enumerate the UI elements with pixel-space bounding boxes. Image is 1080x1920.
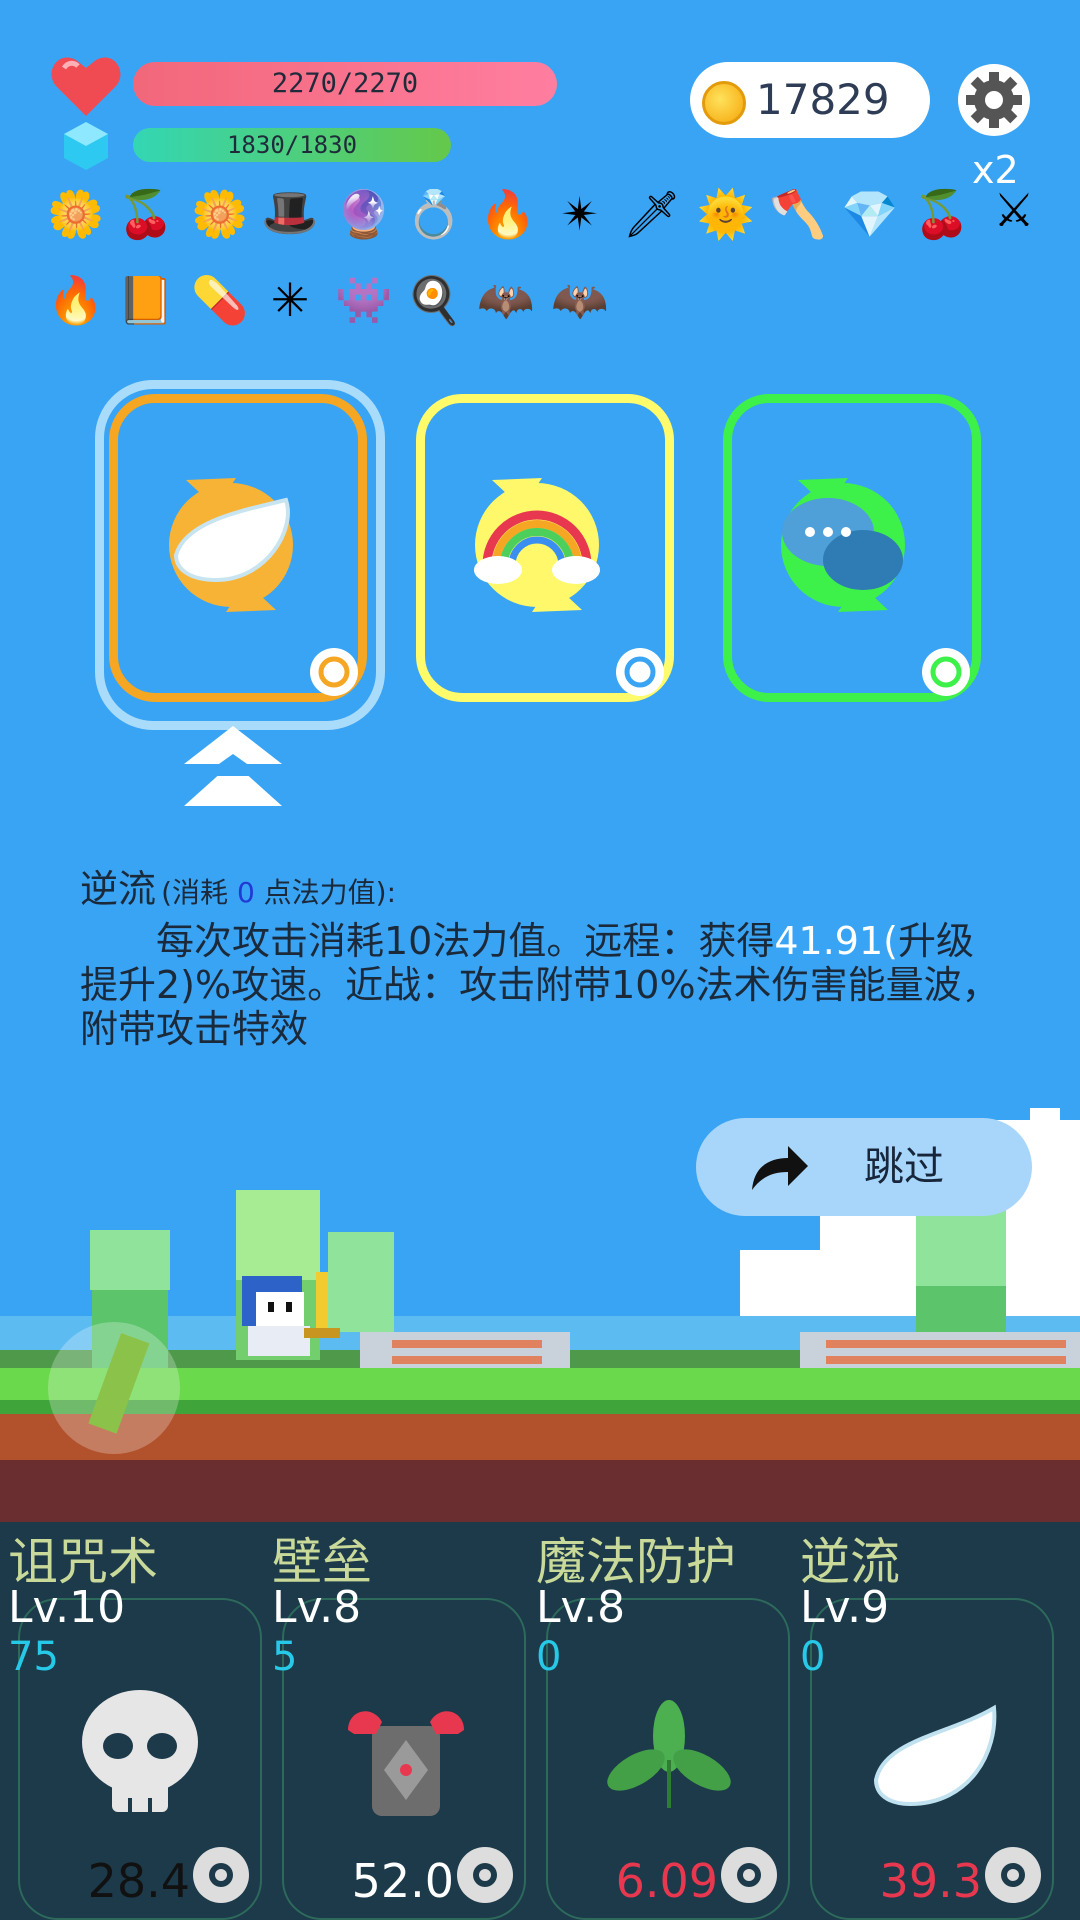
desc-highlight: 41.91( bbox=[774, 919, 898, 963]
skill-value: 6.09 bbox=[615, 1854, 718, 1908]
bat-icon[interactable]: 🦇 bbox=[477, 272, 534, 328]
wizard-hat-icon[interactable]: 🎩 bbox=[261, 184, 318, 240]
skill-count: 0 bbox=[536, 1634, 562, 1680]
bat-icon[interactable]: 🦇 bbox=[551, 272, 608, 328]
pill-icon[interactable]: 💊 bbox=[191, 272, 248, 328]
goblin-icon[interactable]: 👾 bbox=[335, 272, 392, 328]
cost-value: 0 bbox=[236, 876, 255, 909]
coin-counter: 17829 bbox=[690, 62, 930, 138]
skill-slot-backflow[interactable]: 逆流 Lv.9 0 39.3 bbox=[792, 1522, 1056, 1920]
cherry-icon[interactable]: 🍒 bbox=[913, 186, 970, 242]
coin-icon bbox=[702, 81, 746, 125]
skill-count: 5 bbox=[272, 1634, 298, 1680]
heart-icon bbox=[51, 57, 121, 116]
wing-icon bbox=[873, 1704, 997, 1807]
torch-icon[interactable]: 🔥 bbox=[479, 186, 536, 242]
spellbook-icon[interactable]: 📙 bbox=[117, 272, 174, 328]
armor-icon bbox=[348, 1711, 464, 1816]
skill-value: 28.4 bbox=[87, 1854, 190, 1908]
upgrade-gear-icon[interactable] bbox=[716, 1842, 782, 1908]
skill-value: 52.0 bbox=[351, 1854, 454, 1908]
settings-gear-icon[interactable] bbox=[958, 64, 1030, 136]
skull-icon bbox=[82, 1690, 198, 1816]
mp-bar: 1830/1830 bbox=[133, 128, 451, 162]
skip-button[interactable]: 跳过 bbox=[696, 1118, 1032, 1216]
skill-description: 逆流 (消耗 0 点法力值): 每次攻击消耗10法力值。远程：获得41.91(升… bbox=[80, 858, 1010, 1051]
reroll-icon[interactable] bbox=[916, 642, 976, 702]
sword-icon[interactable]: ⚔ bbox=[986, 182, 1042, 238]
spiked-ball-icon[interactable]: ✴ bbox=[552, 186, 608, 242]
skill-value: 39.3 bbox=[879, 1854, 982, 1908]
skill-level: Lv.8 bbox=[536, 1582, 626, 1633]
egg-icon[interactable]: 🍳 bbox=[405, 272, 462, 328]
upgrade-gear-icon[interactable] bbox=[188, 1842, 254, 1908]
cherry-icon[interactable]: 🍒 bbox=[117, 186, 174, 242]
torch-icon[interactable]: 🔥 bbox=[47, 272, 104, 328]
chat-card-icon bbox=[781, 478, 905, 612]
axe-icon[interactable]: 🪓 bbox=[769, 186, 826, 242]
skill-level: Lv.9 bbox=[800, 1582, 890, 1633]
ring-icon[interactable]: 💍 bbox=[405, 186, 462, 242]
hero-character bbox=[242, 1272, 340, 1356]
upgrade-gear-icon[interactable] bbox=[452, 1842, 518, 1908]
skip-label: 跳过 bbox=[864, 1144, 944, 1190]
rainbow-card-icon bbox=[474, 478, 600, 612]
diamond-icon[interactable]: 💎 bbox=[841, 186, 898, 242]
reroll-icon[interactable] bbox=[610, 642, 670, 702]
mana-crystal-icon bbox=[64, 122, 108, 170]
redo-arrow-icon bbox=[752, 1146, 808, 1190]
flower-icon[interactable]: 🌼 bbox=[47, 186, 104, 242]
skill-level: Lv.10 bbox=[8, 1582, 126, 1633]
sun-gem-icon[interactable]: 🌞 bbox=[697, 186, 754, 242]
crystal-ball-icon[interactable]: 🔮 bbox=[335, 186, 392, 242]
hp-bar: 2270/2270 bbox=[133, 62, 557, 106]
potion-ball[interactable] bbox=[46, 1320, 182, 1456]
skill-slot-magic-guard[interactable]: 魔法防护 Lv.8 0 6.09 bbox=[528, 1522, 792, 1920]
skill-slot-bulwark[interactable]: 壁垒 Lv.8 5 52.0 bbox=[264, 1522, 528, 1920]
leaf-icon bbox=[607, 1700, 731, 1808]
reroll-icon[interactable] bbox=[304, 642, 364, 702]
skill-slot-curse[interactable]: 诅咒术 Lv.10 75 28.4 bbox=[0, 1522, 264, 1920]
skill-count: 0 bbox=[800, 1634, 826, 1680]
cost-prefix: (消耗 bbox=[161, 876, 237, 909]
skill-level: Lv.8 bbox=[272, 1582, 362, 1633]
desc-text-1: 每次攻击消耗10法力值。远程：获得 bbox=[80, 919, 775, 963]
skill-title: 逆流 bbox=[80, 867, 157, 911]
upgrade-chevron-icon bbox=[184, 726, 282, 806]
coin-value: 17829 bbox=[756, 75, 890, 124]
upgrade-gear-icon[interactable] bbox=[980, 1842, 1046, 1908]
cost-suffix: 点法力值): bbox=[254, 876, 397, 909]
dagger-icon[interactable]: 🗡 bbox=[623, 186, 681, 242]
skill-count: 75 bbox=[8, 1634, 59, 1680]
mace-icon[interactable]: ✳ bbox=[262, 272, 318, 328]
flower-icon[interactable]: 🌼 bbox=[191, 186, 248, 242]
wing-card-icon bbox=[169, 478, 293, 612]
